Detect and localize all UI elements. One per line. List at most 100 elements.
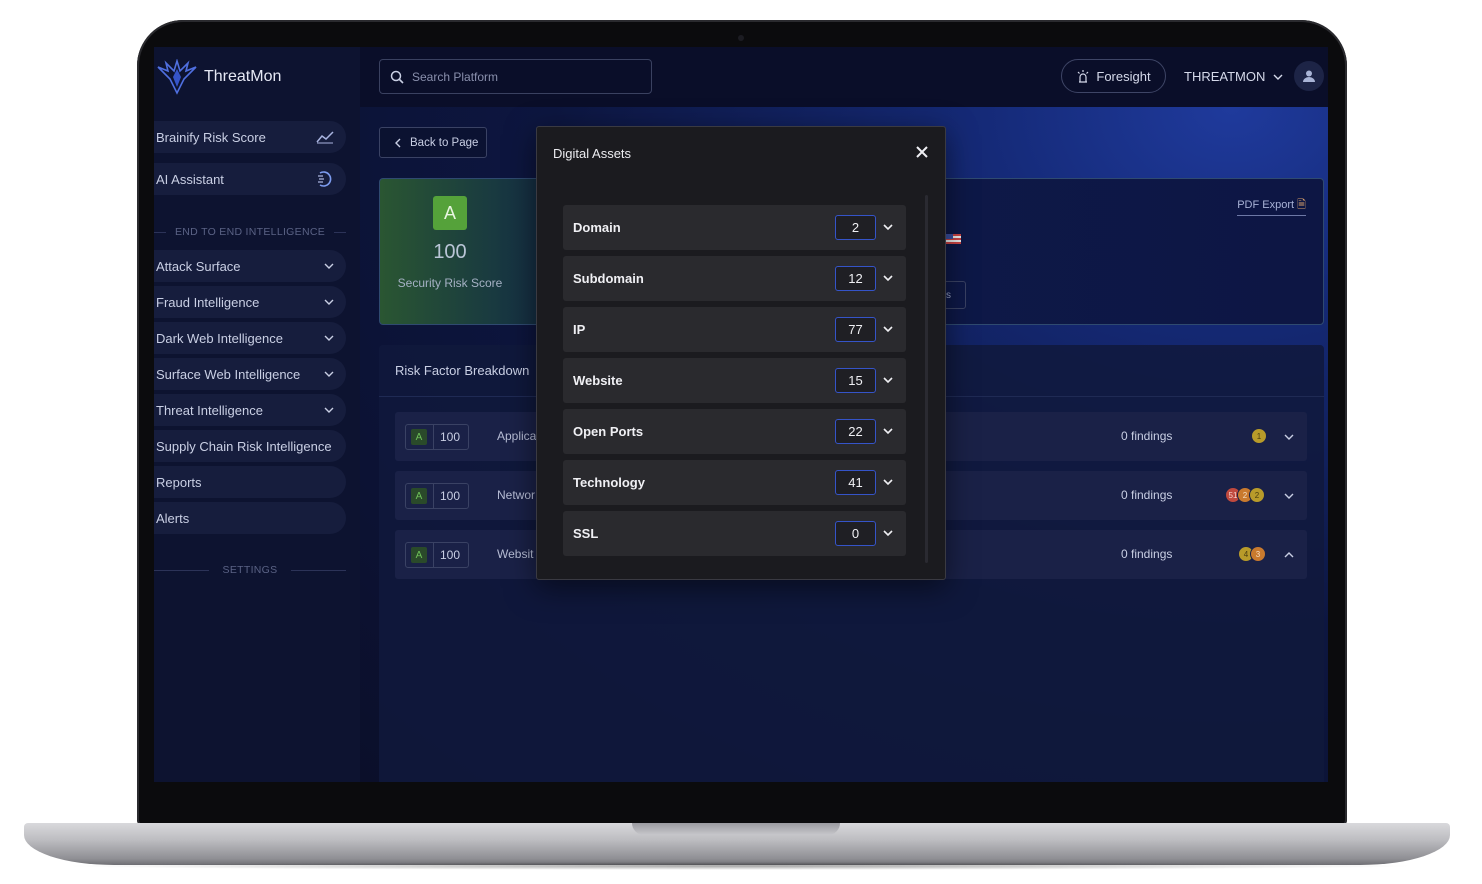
pdf-file-icon: 🗎	[1297, 199, 1306, 211]
sidebar-item-label: AI Assistant	[156, 171, 224, 187]
asset-name: Domain	[573, 220, 621, 235]
severity-badge: 1	[1251, 428, 1267, 444]
trend-chart-icon	[316, 131, 334, 144]
grade-badge: A	[433, 196, 467, 230]
row-findings: 0 findings	[1121, 429, 1173, 443]
row-grade: A	[411, 429, 427, 445]
sidebar-item-ai-assistant[interactable]: AI Assistant	[154, 163, 346, 195]
sidebar-item-surface-web-intelligence[interactable]: Surface Web Intelligence	[154, 358, 346, 390]
back-label: Back to Page	[410, 136, 479, 149]
threatmon-logo-icon	[157, 59, 197, 95]
search-input[interactable]: Search Platform	[412, 70, 498, 84]
row-name: Applica	[497, 429, 537, 443]
row-score-box: A 100	[405, 424, 469, 450]
chevron-down-icon[interactable]	[882, 374, 894, 386]
asset-name: Subdomain	[573, 271, 644, 286]
chevron-down-icon[interactable]	[1283, 490, 1295, 502]
chevron-down-icon[interactable]	[882, 272, 894, 284]
chevron-left-icon	[395, 138, 401, 147]
foresight-button[interactable]: Foresight	[1061, 59, 1166, 93]
asset-row-subdomain[interactable]: Subdomain 12	[563, 256, 906, 301]
chevron-down-icon	[324, 263, 334, 269]
security-score: 100	[433, 241, 467, 263]
modal-title: Digital Assets	[553, 146, 632, 161]
ai-swirl-icon	[318, 171, 332, 187]
sidebar-item-alerts[interactable]: Alerts	[154, 502, 346, 534]
sidebar-item-dark-web-intelligence[interactable]: Dark Web Intelligence	[154, 322, 346, 354]
sidebar-item-label: Brainify Risk Score	[156, 129, 266, 145]
row-score: 100	[440, 548, 461, 562]
chevron-down-icon[interactable]	[1283, 431, 1295, 443]
beacon-icon	[1077, 70, 1089, 83]
asset-row-domain[interactable]: Domain 2	[563, 205, 906, 250]
brand-logo[interactable]: ThreatMon	[156, 59, 281, 95]
severity-badges: 51 2 2	[1225, 487, 1265, 503]
row-score: 100	[440, 430, 461, 444]
chevron-down-icon[interactable]	[882, 527, 894, 539]
asset-row-ip[interactable]: IP 77	[563, 307, 906, 352]
sidebar-item-label: Attack Surface	[156, 258, 241, 274]
pdf-export-link[interactable]: PDF Export 🗎	[1237, 196, 1306, 216]
chevron-down-icon[interactable]	[882, 476, 894, 488]
sidebar-item-reports[interactable]: Reports	[154, 466, 346, 498]
chevron-down-icon[interactable]	[882, 425, 894, 437]
sidebar-item-label: Dark Web Intelligence	[156, 330, 283, 346]
back-to-page-button[interactable]: Back to Page	[379, 127, 487, 158]
laptop-shadow	[60, 862, 1420, 870]
severity-badges: 4 3	[1238, 546, 1266, 562]
severity-badge: 3	[1250, 546, 1266, 562]
pdf-export-label: PDF Export	[1237, 199, 1295, 211]
sidebar-item-attack-surface[interactable]: Attack Surface	[154, 250, 346, 282]
row-grade: A	[411, 488, 427, 504]
search-box[interactable]: Search Platform	[379, 59, 652, 94]
row-findings: 0 findings	[1121, 547, 1173, 561]
row-score-box: A 100	[405, 542, 469, 568]
search-icon	[390, 70, 404, 84]
us-flag-icon	[946, 234, 961, 244]
section-label-intelligence: END TO END INTELLIGENCE	[154, 226, 346, 238]
sidebar-item-label: Reports	[156, 474, 202, 490]
row-score-box: A 100	[405, 483, 469, 509]
asset-count: 41	[835, 470, 876, 495]
sidebar-item-label: Surface Web Intelligence	[156, 366, 301, 382]
row-name: Websit	[497, 547, 534, 561]
chevron-up-icon[interactable]	[1283, 549, 1295, 561]
asset-row-website[interactable]: Website 15	[563, 358, 906, 403]
asset-name: Open Ports	[573, 424, 644, 439]
sidebar-item-label: Alerts	[156, 510, 190, 526]
chevron-down-icon	[324, 407, 334, 413]
sidebar-item-brainify-risk-score[interactable]: Brainify Risk Score	[154, 121, 346, 153]
security-score-label: Security Risk Score	[397, 276, 503, 290]
top-bar: Search Platform Foresight THREATMON	[360, 47, 1328, 107]
asset-name: Technology	[573, 475, 645, 490]
asset-count: 0	[835, 521, 876, 546]
sidebar-item-supply-chain[interactable]: Supply Chain Risk Intelligence	[154, 430, 346, 462]
close-icon[interactable]	[915, 145, 929, 159]
asset-count: 2	[835, 215, 876, 240]
asset-row-ssl[interactable]: SSL 0	[563, 511, 906, 556]
sidebar-item-fraud-intelligence[interactable]: Fraud Intelligence	[154, 286, 346, 318]
digital-assets-modal: Digital Assets Domain 2 Subdomain 12 IP …	[536, 126, 946, 580]
org-selector[interactable]: THREATMON	[1184, 69, 1283, 84]
partial-button-label: s	[946, 289, 951, 301]
foresight-label: Foresight	[1096, 68, 1151, 84]
row-findings: 0 findings	[1121, 488, 1173, 502]
asset-row-open-ports[interactable]: Open Ports 22	[563, 409, 906, 454]
chevron-down-icon[interactable]	[882, 221, 894, 233]
section-label-settings: SETTINGS	[154, 564, 346, 576]
modal-scrollbar[interactable]	[925, 195, 928, 563]
sidebar: ThreatMon Brainify Risk Score AI Assista…	[154, 47, 360, 782]
sidebar-item-label: Fraud Intelligence	[156, 294, 260, 310]
asset-count: 15	[835, 368, 876, 393]
sidebar-item-threat-intelligence[interactable]: Threat Intelligence	[154, 394, 346, 426]
org-name: THREATMON	[1184, 69, 1266, 84]
chevron-down-icon[interactable]	[882, 323, 894, 335]
severity-badges: 1	[1251, 428, 1267, 444]
asset-name: IP	[573, 322, 586, 337]
sidebar-item-label: Supply Chain Risk Intelligence	[156, 438, 332, 454]
row-name: Networ	[497, 488, 536, 502]
risk-panel-title: Risk Factor Breakdown	[395, 363, 530, 378]
chevron-down-icon	[324, 335, 334, 341]
asset-row-technology[interactable]: Technology 41	[563, 460, 906, 505]
user-avatar[interactable]	[1294, 61, 1324, 91]
